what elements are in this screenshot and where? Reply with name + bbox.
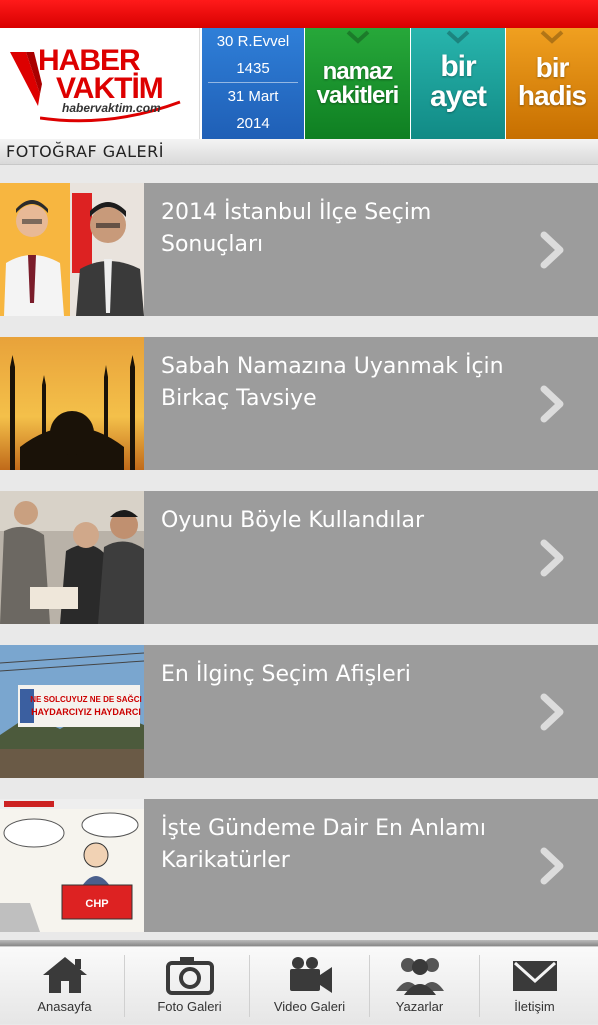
cartoon-image: CHP	[0, 799, 144, 932]
gallery-item-title: İşte Gündeme Dair En Anlamı Karikatürler	[161, 816, 487, 873]
chevron-right-icon	[540, 539, 564, 577]
chevron-right-icon	[540, 385, 564, 423]
chevron-right-icon	[540, 847, 564, 885]
gallery-thumbnail: NE SOLCUYUZ NE DE SAĞCI HAYDARCIYIZ HAYD…	[0, 645, 144, 778]
gallery-thumbnail	[0, 491, 144, 624]
top-red-bar	[0, 0, 598, 28]
gallery-item[interactable]: Oyunu Böyle Kullandılar	[0, 491, 598, 624]
gallery-item-title: Sabah Namazına Uyanmak İçin Birkaç Tavsi…	[161, 354, 504, 411]
nav-label: Foto Galeri	[157, 999, 222, 1014]
gallery-item[interactable]: Sabah Namazına Uyanmak İçin Birkaç Tavsi…	[0, 337, 598, 470]
voting-photo	[0, 491, 144, 624]
nav-separator	[124, 955, 125, 1017]
tile-bir-hadis[interactable]: bir hadis	[506, 28, 598, 139]
cartoon-label: CHP	[85, 898, 108, 910]
nav-label: İletişim	[514, 999, 555, 1014]
hijri-date: 30 R.Evvel	[216, 33, 290, 50]
banner-text-line2: HAYDARCIYIZ HAYDARCI	[31, 707, 141, 717]
tile-line1: bir	[440, 50, 476, 83]
camera-icon	[165, 957, 214, 995]
tile-line2: ayet	[429, 80, 487, 113]
gregorian-year: 2014	[236, 115, 270, 132]
tile-label: bir hadis	[506, 54, 598, 110]
tile-line1: bir	[535, 52, 570, 83]
chevron-right-icon	[540, 693, 564, 731]
gallery-item-title: Oyunu Böyle Kullandılar	[161, 508, 425, 533]
tile-line1: namaz	[322, 58, 394, 85]
home-icon	[42, 957, 87, 993]
banner-text-line1: NE SOLCUYUZ NE DE SAĞCI	[30, 695, 142, 704]
gallery-thumbnail: CHP	[0, 799, 144, 932]
envelope-icon	[512, 961, 557, 991]
gallery-item[interactable]: CHP İşte Gündeme Dair En Anlamı Karikatü…	[0, 799, 598, 932]
gallery-item-title: En İlginç Seçim Afişleri	[161, 662, 411, 687]
nav-item-yazarlar[interactable]: Yazarlar	[360, 947, 479, 1025]
tile-label: namaz vakitleri	[305, 60, 410, 108]
video-camera-icon	[289, 957, 332, 993]
nav-label: Yazarlar	[395, 999, 444, 1014]
haber-vaktim-logo[interactable]: HABER VAKTİM habervaktim.com	[0, 28, 200, 139]
election-banner-photo: NE SOLCUYUZ NE DE SAĞCI HAYDARCIYIZ HAYD…	[0, 645, 144, 778]
hijri-year: 1435	[236, 60, 270, 77]
logo-url: habervaktim.com	[62, 101, 161, 115]
tile-label: bir ayet	[411, 52, 505, 112]
nav-label: Video Galeri	[273, 999, 346, 1014]
gallery-thumbnail	[0, 337, 144, 470]
chevron-down-icon	[446, 30, 470, 44]
tile-namaz-vakitleri[interactable]: namaz vakitleri	[305, 28, 410, 139]
people-icon	[395, 958, 444, 995]
gallery-item-title: 2014 İstanbul İlçe Seçim Sonuçları	[161, 200, 432, 257]
gallery-item[interactable]: NE SOLCUYUZ NE DE SAĞCI HAYDARCIYIZ HAYD…	[0, 645, 598, 778]
bottom-nav: Anasayfa Foto Galeri Video Galeri Yazarl	[0, 946, 598, 1024]
gallery-item[interactable]: 2014 İstanbul İlçe Seçim Sonuçları	[0, 183, 598, 316]
tile-line2: vakitleri	[316, 82, 400, 109]
mosque-sunset-photo	[0, 337, 144, 470]
politicians-photo	[0, 183, 144, 316]
chevron-down-icon	[346, 30, 369, 44]
nav-item-video-galeri[interactable]: Video Galeri	[250, 947, 369, 1025]
nav-item-anasayfa[interactable]: Anasayfa	[5, 947, 124, 1025]
nav-item-foto-galeri[interactable]: Foto Galeri	[130, 947, 249, 1025]
nav-item-iletisim[interactable]: İletişim	[475, 947, 594, 1025]
section-header: FOTOĞRAF GALERİ	[0, 139, 598, 165]
date-panel: 30 R.Evvel 1435 31 Mart 2014	[202, 28, 304, 139]
tile-line2: hadis	[517, 80, 587, 111]
nav-label: Anasayfa	[37, 999, 92, 1014]
tile-bir-ayet[interactable]: bir ayet	[411, 28, 505, 139]
section-title: FOTOĞRAF GALERİ	[6, 142, 164, 161]
gregorian-date: 31 Mart	[227, 88, 279, 105]
chevron-right-icon	[540, 231, 564, 269]
app-header: HABER VAKTİM habervaktim.com 30 R.Evvel …	[0, 28, 598, 139]
chevron-down-icon	[540, 30, 564, 44]
gallery-thumbnail	[0, 183, 144, 316]
